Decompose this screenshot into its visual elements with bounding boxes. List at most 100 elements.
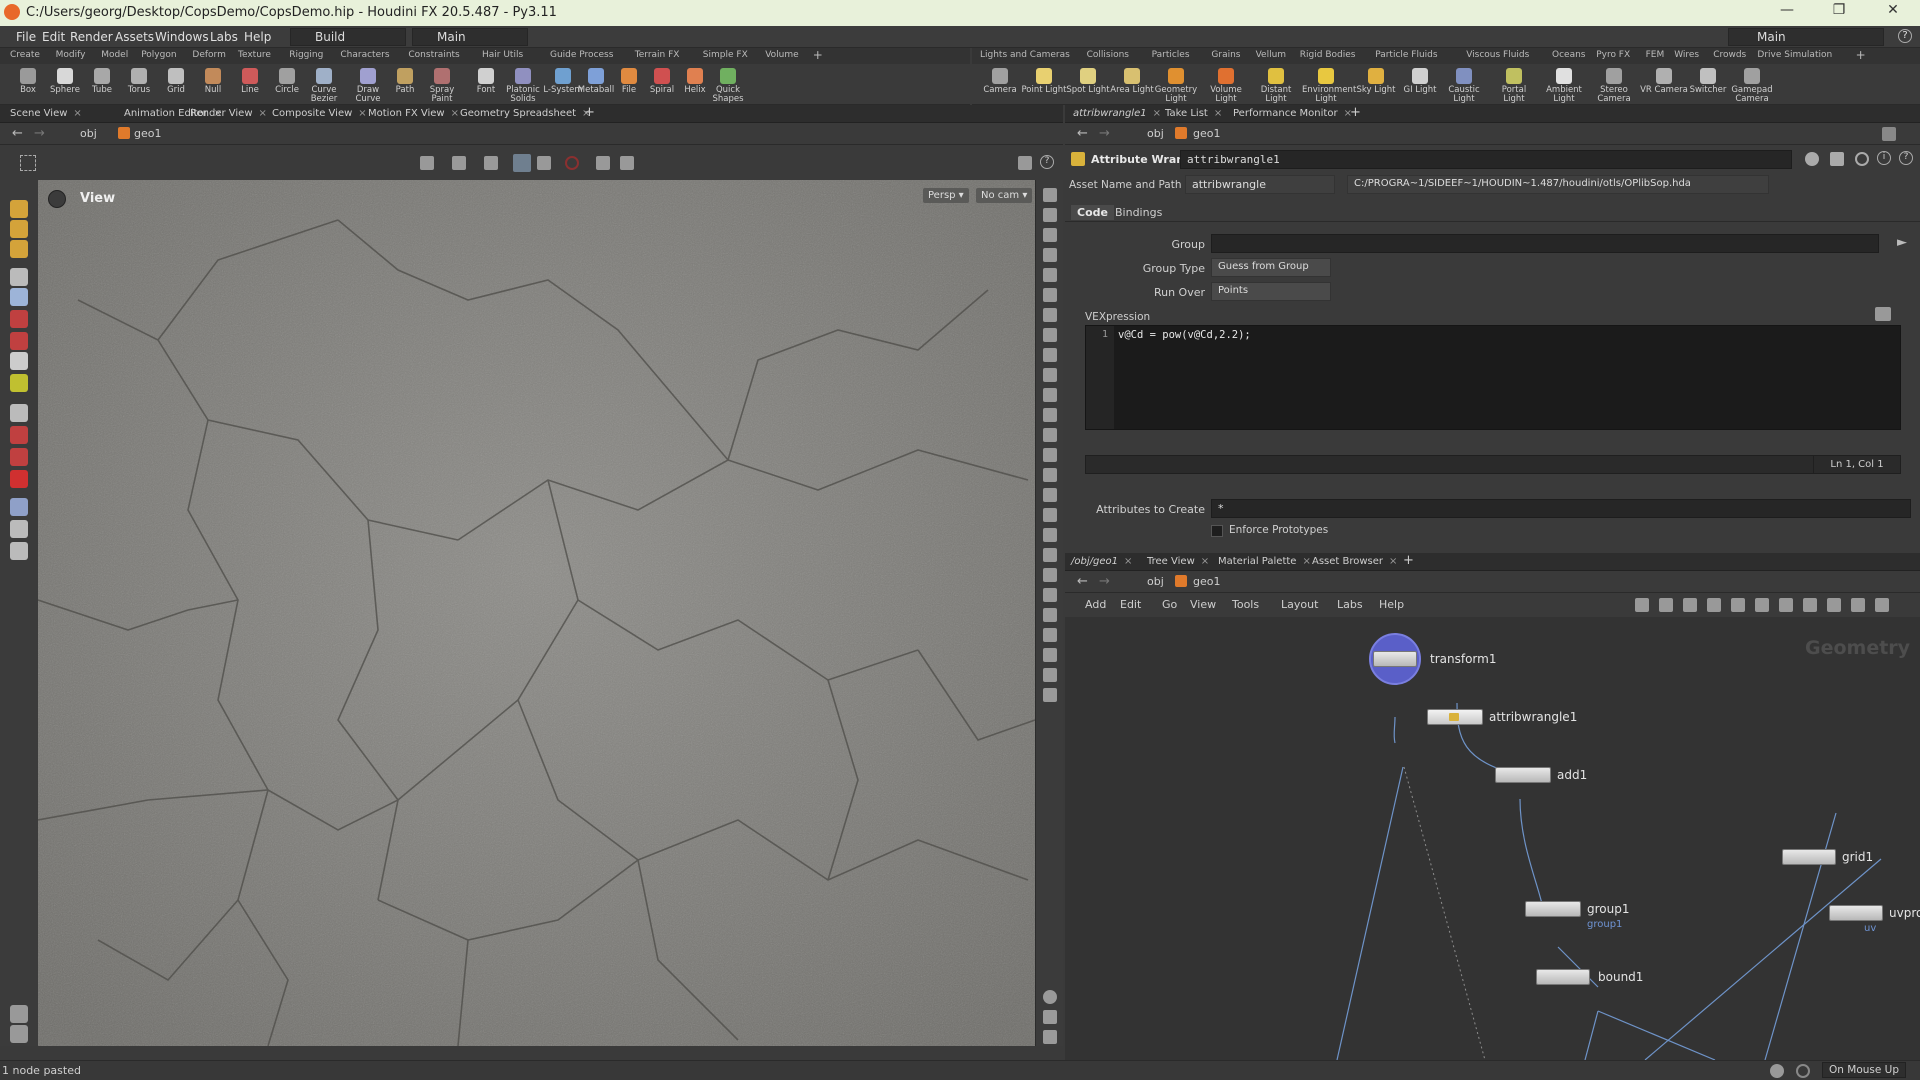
search-icon[interactable] — [1851, 598, 1865, 612]
lamp-icon[interactable] — [1043, 508, 1057, 522]
tab-take-list[interactable]: Take List × — [1165, 108, 1222, 119]
add-tab-icon[interactable]: + — [813, 48, 823, 62]
shelf-tab-particles[interactable]: Particles — [1152, 50, 1190, 60]
tool-distant-light[interactable]: Distant Light — [1252, 66, 1300, 104]
update-mode-select[interactable]: On Mouse Up — [1822, 1062, 1907, 1078]
tab-motion-fx-view[interactable]: Motion FX View × — [368, 108, 459, 119]
desktop-selector[interactable]: Build — [290, 28, 406, 46]
tool-volume-light[interactable]: Volume Light — [1202, 66, 1250, 104]
net-menu-tools[interactable]: Tools — [1232, 598, 1259, 611]
frame-icon[interactable] — [1043, 668, 1057, 682]
shelf-tab-rigging[interactable]: Rigging — [289, 50, 323, 60]
record-icon[interactable] — [565, 156, 579, 170]
grid-toggle-icon[interactable] — [20, 155, 36, 171]
snap-icon[interactable] — [10, 498, 28, 516]
path-geo1[interactable]: geo1 — [1193, 127, 1220, 140]
path-obj[interactable]: obj — [80, 127, 97, 140]
shelf-tab-guide-process[interactable]: Guide Process — [550, 50, 613, 60]
right-main-selector[interactable]: Main — [1728, 28, 1884, 46]
refresh-icon[interactable] — [1796, 1064, 1810, 1078]
view-menu-icon[interactable] — [48, 190, 66, 208]
brush-icon[interactable] — [1043, 568, 1057, 582]
tool-caustic-light[interactable]: Caustic Light — [1440, 66, 1488, 104]
list-icon[interactable] — [1683, 598, 1697, 612]
desk-main-selector[interactable]: Main — [412, 28, 528, 46]
shelf-tab-characters[interactable]: Characters — [340, 50, 389, 60]
shelf-tab-modify[interactable]: Modify — [56, 50, 86, 60]
shelf-tab-viscous-fluids[interactable]: Viscous Fluids — [1466, 50, 1529, 60]
light-icon[interactable] — [1043, 368, 1057, 382]
label-icon[interactable] — [1043, 488, 1057, 502]
group-field[interactable] — [1211, 234, 1879, 253]
box-icon[interactable] — [1043, 648, 1057, 662]
tool-spot-light[interactable]: Spot Light — [1064, 66, 1112, 95]
shelf-tab-lights-and-cameras[interactable]: Lights and Cameras — [980, 50, 1070, 60]
asset-name-field[interactable]: attribwrangle — [1185, 175, 1335, 194]
paint-icon[interactable] — [1043, 588, 1057, 602]
help-icon[interactable]: ? — [1898, 29, 1912, 43]
shelf-tab-hair-utils[interactable]: Hair Utils — [482, 50, 523, 60]
add-tab-icon[interactable]: + — [1350, 105, 1361, 120]
display-icon[interactable] — [513, 154, 531, 172]
select-arrow-icon[interactable]: ► — [1897, 235, 1907, 250]
lock-icon[interactable] — [10, 288, 28, 306]
light-icon[interactable] — [1043, 688, 1057, 702]
forward-icon[interactable]: → — [34, 126, 45, 141]
tool-switcher[interactable]: Switcher — [1684, 66, 1732, 95]
shelf-tab-constraints[interactable]: Constraints — [408, 50, 459, 60]
note-icon[interactable] — [1779, 598, 1793, 612]
grid-icon[interactable] — [1043, 628, 1057, 642]
shelf-tab-simple-fx[interactable]: Simple FX — [703, 50, 748, 60]
node-group1[interactable] — [1525, 901, 1581, 917]
options-icon[interactable] — [1018, 156, 1032, 170]
menu-file[interactable]: File — [16, 30, 36, 44]
camera-icon[interactable] — [596, 156, 610, 170]
shading-icon[interactable] — [1043, 248, 1057, 262]
pose-tool-icon[interactable] — [10, 542, 28, 560]
shelf-tab-rigid-bodies[interactable]: Rigid Bodies — [1300, 50, 1356, 60]
shelf-tab-model[interactable]: Model — [101, 50, 128, 60]
tab-bindings[interactable]: Bindings — [1115, 206, 1162, 219]
net-menu-labs[interactable]: Labs — [1337, 598, 1363, 611]
info-icon[interactable]: i — [1877, 151, 1891, 165]
tab-composite-view[interactable]: Composite View × — [272, 108, 367, 119]
shelf-tab-grains[interactable]: Grains — [1211, 50, 1240, 60]
help-icon[interactable]: ? — [1899, 151, 1913, 165]
node-transform1[interactable] — [1373, 651, 1417, 667]
enforce-checkbox[interactable] — [1211, 525, 1223, 537]
back-icon[interactable]: ← — [1077, 126, 1088, 141]
lasso-icon[interactable] — [10, 426, 28, 444]
path-geo1[interactable]: geo1 — [1193, 575, 1220, 588]
shelf-tab-pyro-fx[interactable]: Pyro FX — [1596, 50, 1630, 60]
wireframe-icon[interactable] — [1043, 268, 1057, 282]
bbox-icon[interactable] — [1043, 408, 1057, 422]
handle-tool-icon[interactable] — [10, 268, 28, 286]
back-icon[interactable]: ← — [12, 126, 23, 141]
tab-network[interactable]: /obj/geo1 × — [1071, 556, 1132, 567]
points-icon[interactable] — [1043, 308, 1057, 322]
tool-quick-shapes[interactable]: Quick Shapes — [704, 66, 752, 104]
pose-icon[interactable] — [10, 1026, 28, 1040]
tool-point-light[interactable]: Point Light — [1020, 66, 1068, 95]
grid-icon[interactable] — [1043, 1010, 1057, 1024]
node-uvproject1[interactable] — [1829, 905, 1883, 921]
tab-code[interactable]: Code — [1071, 205, 1114, 220]
menu-edit[interactable]: Edit — [42, 30, 65, 44]
menu-assets[interactable]: Assets — [115, 30, 154, 44]
visibility-icon[interactable] — [10, 520, 28, 538]
tool-environment-light[interactable]: Environment Light — [1302, 66, 1356, 104]
tool-curve-bezier[interactable]: Curve Bezier — [300, 66, 348, 104]
edit-icon[interactable] — [1830, 152, 1844, 166]
forward-icon[interactable]: → — [1099, 126, 1110, 141]
normals-icon[interactable] — [1043, 288, 1057, 302]
scale-icon[interactable] — [10, 352, 28, 370]
ghost-icon[interactable] — [1043, 388, 1057, 402]
layout-icon[interactable] — [1755, 598, 1769, 612]
search-icon[interactable] — [1855, 152, 1869, 166]
net-menu-layout[interactable]: Layout — [1281, 598, 1318, 611]
palette-icon[interactable] — [1827, 598, 1841, 612]
lock-icon[interactable] — [1043, 228, 1057, 242]
minimize-icon[interactable]: — — [1764, 2, 1810, 24]
shelf-tab-fem[interactable]: FEM — [1646, 50, 1665, 60]
menu-windows[interactable]: Windows — [155, 30, 209, 44]
